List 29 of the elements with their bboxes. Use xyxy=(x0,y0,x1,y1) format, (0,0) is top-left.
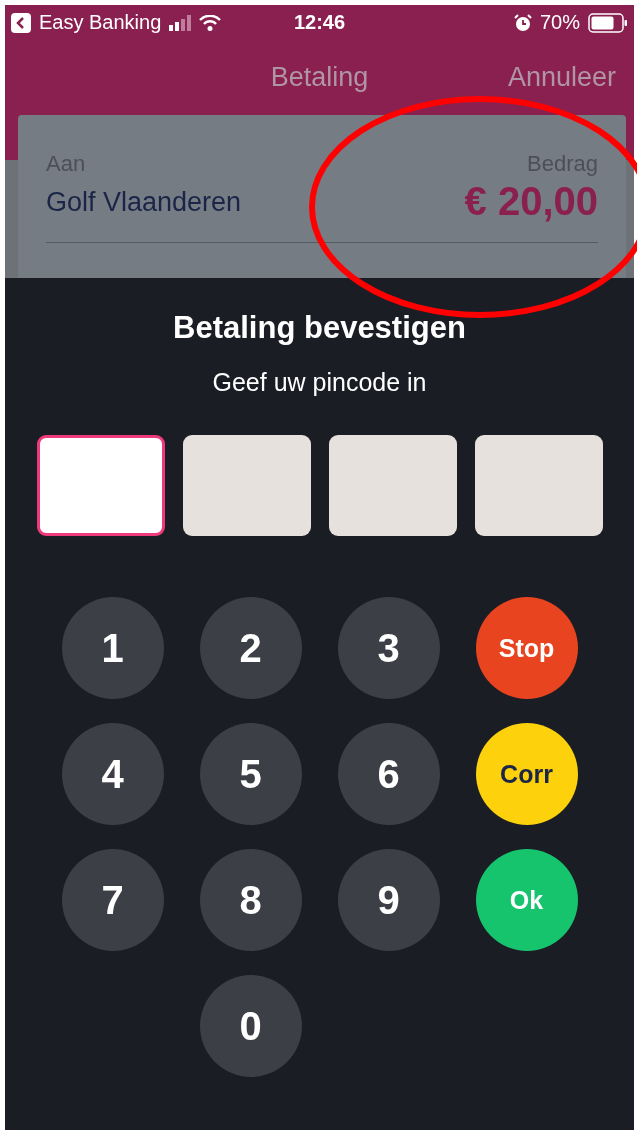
dialog-title: Betaling bevestigen xyxy=(173,310,466,346)
digit-key[interactable]: 4 xyxy=(61,723,164,825)
header-title: Betaling xyxy=(270,62,369,93)
digit-key[interactable]: 8 xyxy=(199,849,302,951)
pin-digit-field[interactable] xyxy=(182,435,311,536)
amount-value: € 20,00 xyxy=(464,179,598,224)
recipient-name: Golf Vlaanderen xyxy=(46,187,242,218)
pin-prompt: Geef uw pincode in xyxy=(212,368,427,397)
signal-icon xyxy=(169,14,192,31)
digit-key[interactable]: 1 xyxy=(61,597,164,699)
digit-key[interactable]: 2 xyxy=(199,597,302,699)
pin-digit-field[interactable] xyxy=(474,435,603,536)
status-time: 12:46 xyxy=(293,11,346,34)
wifi-icon xyxy=(199,14,222,31)
back-icon[interactable] xyxy=(11,12,31,33)
digit-key[interactable]: 5 xyxy=(199,723,302,825)
alarm-icon xyxy=(513,13,532,32)
correction-button[interactable]: Corr xyxy=(475,723,578,825)
digit-key[interactable]: 7 xyxy=(61,849,164,951)
pin-digit-field[interactable] xyxy=(36,435,165,536)
pin-digit-field[interactable] xyxy=(328,435,457,536)
stop-button[interactable]: Stop xyxy=(475,597,578,699)
digit-key[interactable]: 6 xyxy=(337,723,440,825)
digit-key[interactable]: 0 xyxy=(199,975,302,1077)
digit-key[interactable]: 3 xyxy=(337,597,440,699)
digit-key[interactable]: 9 xyxy=(337,849,440,951)
back-app-label[interactable]: Easy Banking xyxy=(39,11,162,34)
battery-icon xyxy=(588,12,628,33)
battery-percent: 70% xyxy=(539,11,580,34)
